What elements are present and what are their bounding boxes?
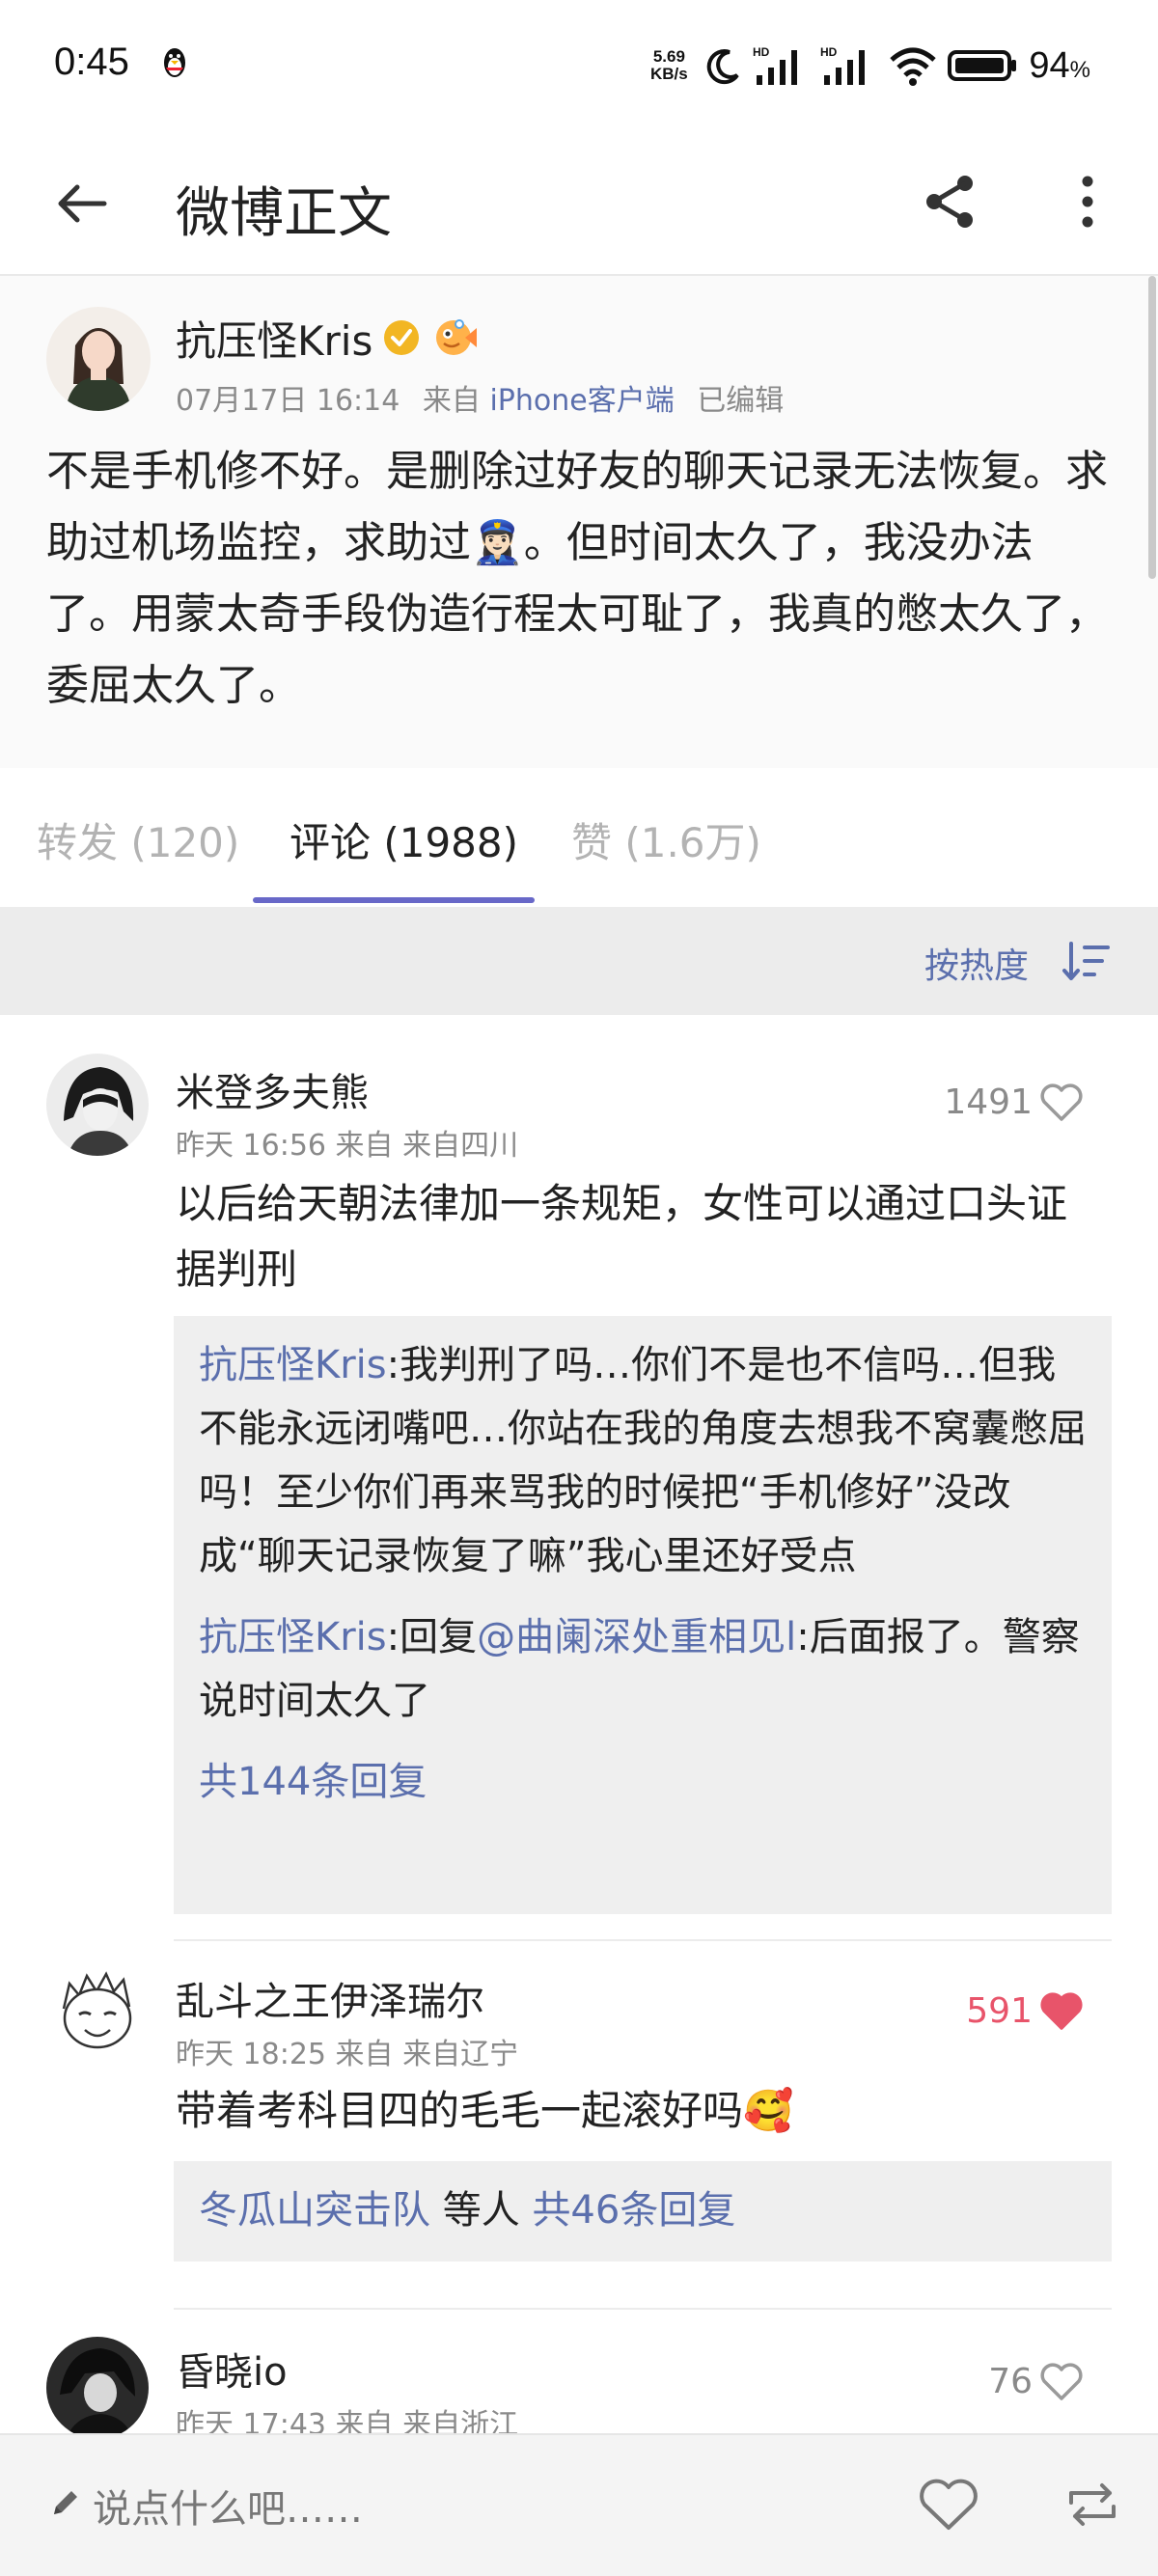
tab-reposts[interactable]: 转发 (120) bbox=[37, 810, 239, 869]
more-vertical-icon[interactable] bbox=[1054, 168, 1121, 235]
comment-meta: 昨天 17:43 来自 来自浙江 bbox=[176, 2408, 519, 2433]
scrollbar[interactable] bbox=[1148, 276, 1156, 579]
reply-item: 抗压怪Kris:我判刑了吗…你们不是也不信吗…但我不能永远闭嘴吧…你站在我的角度… bbox=[199, 1333, 1087, 1588]
comment-divider bbox=[174, 2308, 1112, 2310]
heart-icon[interactable] bbox=[1038, 1081, 1085, 1123]
back-arrow-icon[interactable] bbox=[48, 170, 116, 237]
sort-bar: 按热度 bbox=[0, 907, 1158, 1015]
view-all-replies-link[interactable]: 共46条回复 bbox=[532, 2188, 735, 2233]
author-name[interactable]: 抗压怪Kris bbox=[176, 309, 372, 368]
qq-penguin-icon bbox=[164, 48, 185, 77]
pencil-icon bbox=[54, 2491, 77, 2514]
comment-meta: 昨天 16:56 来自 来自四川 bbox=[176, 1129, 519, 1163]
post-date: 07月17日 16:14 bbox=[176, 384, 400, 418]
fans-badge-icon bbox=[436, 319, 477, 355]
verified-icon bbox=[384, 320, 419, 355]
author-avatar[interactable] bbox=[46, 307, 151, 411]
heart-icon[interactable] bbox=[1038, 2360, 1085, 2402]
reply-item: 抗压怪Kris:回复@曲阑深处重相见l:后面报了。警察说时间太久了 bbox=[199, 1605, 1087, 1733]
moon-icon bbox=[707, 49, 740, 85]
commenter-avatar[interactable] bbox=[46, 1054, 149, 1156]
commenter-avatar[interactable] bbox=[46, 2337, 149, 2433]
wifi-icon bbox=[890, 47, 937, 86]
like-count: 76 bbox=[988, 2362, 1033, 2401]
repost-icon[interactable] bbox=[1062, 2476, 1123, 2534]
reply-summary: 冬瓜山突击队 等人 共46条回复 bbox=[199, 2179, 1087, 2242]
post-from-label: 来自 bbox=[422, 384, 481, 418]
reply-author[interactable]: 抗压怪Kris bbox=[199, 1615, 387, 1659]
like-count: 591 bbox=[966, 1991, 1033, 2031]
commenter-name[interactable]: 乱斗之王伊泽瑞尔 bbox=[176, 1970, 484, 2026]
sort-by-hot-button[interactable]: 按热度 bbox=[924, 938, 1029, 988]
commenter-avatar[interactable] bbox=[46, 1962, 149, 2065]
network-speed: 5.69 KB/s bbox=[650, 47, 688, 83]
weibo-post: 抗压怪Kris 07月17日 16:14 来自 iPhone客户端 已编辑 不是… bbox=[0, 276, 1158, 768]
status-bar: 0:45 5.69 KB/s HD HD 94% bbox=[0, 0, 1158, 135]
post-meta: 07月17日 16:14 来自 iPhone客户端 已编辑 bbox=[176, 376, 784, 419]
tab-comments[interactable]: 评论 (1988) bbox=[290, 810, 518, 869]
active-tab-indicator bbox=[253, 897, 535, 903]
signal-icon: HD bbox=[753, 45, 798, 85]
reply-summary-middle: 等人 bbox=[430, 2188, 533, 2233]
battery-percent: 94% bbox=[1029, 44, 1090, 86]
comment-input[interactable]: 说点什么吧…… bbox=[93, 2478, 363, 2534]
comment-meta: 昨天 18:25 来自 来自辽宁 bbox=[176, 2038, 519, 2071]
heart-filled-icon[interactable] bbox=[1038, 1989, 1085, 2032]
post-tabs: 转发 (120) 评论 (1988) 赞 (1.6万) bbox=[0, 768, 1158, 907]
reply-box[interactable]: 抗压怪Kris:我判刑了吗…你们不是也不信吗…但我不能永远闭嘴吧…你站在我的角度… bbox=[174, 1316, 1112, 1914]
comment-list: 米登多夫熊 昨天 16:56 来自 来自四川 1491 以后给天朝法律加一条规矩… bbox=[0, 1015, 1158, 2433]
comment-text: 以后给天朝法律加一条规矩，女性可以通过口头证据判刑 bbox=[176, 1180, 1068, 1293]
tab-likes[interactable]: 赞 (1.6万) bbox=[571, 810, 761, 869]
status-time: 0:45 bbox=[54, 41, 129, 83]
app-toolbar: 微博正文 bbox=[0, 135, 1158, 276]
page-title: 微博正文 bbox=[176, 182, 392, 245]
commenter-name[interactable]: 米登多夫熊 bbox=[176, 1061, 369, 1117]
reply-author[interactable]: 抗压怪Kris bbox=[199, 1343, 387, 1387]
share-icon[interactable] bbox=[917, 168, 984, 235]
signal-icon-2: HD bbox=[820, 45, 866, 85]
comment-text: 带着考科目四的毛毛一起滚好吗🥰 bbox=[176, 2087, 794, 2134]
comment-input-bar: 说点什么吧…… bbox=[0, 2433, 1158, 2576]
post-edited[interactable]: 已编辑 bbox=[697, 384, 784, 418]
svg-text:HD: HD bbox=[820, 45, 838, 59]
svg-text:HD: HD bbox=[753, 45, 770, 59]
reply-mention[interactable]: @曲阑深处重相见l bbox=[477, 1615, 796, 1659]
reply-text: :回复 bbox=[386, 1615, 478, 1659]
like-heart-icon[interactable] bbox=[917, 2476, 980, 2534]
commenter-name[interactable]: 昏晓io bbox=[176, 2341, 288, 2397]
like-count: 1491 bbox=[944, 1082, 1033, 1122]
view-all-replies-link[interactable]: 共144条回复 bbox=[199, 1750, 1087, 1814]
reply-user[interactable]: 冬瓜山突击队 bbox=[199, 2188, 430, 2233]
post-source[interactable]: iPhone客户端 bbox=[489, 384, 674, 418]
status-indicators: 5.69 KB/s HD HD 94% bbox=[643, 42, 1090, 89]
sort-icon[interactable] bbox=[1062, 940, 1112, 982]
post-text: 不是手机修不好。是删除过好友的聊天记录无法恢复。求助过机场监控，求助过👮🏻‍♀️… bbox=[46, 447, 1108, 710]
reply-summary-box[interactable]: 冬瓜山突击队 等人 共46条回复 bbox=[174, 2161, 1112, 2261]
comment-divider bbox=[174, 1939, 1112, 1941]
battery-icon bbox=[948, 50, 1017, 81]
